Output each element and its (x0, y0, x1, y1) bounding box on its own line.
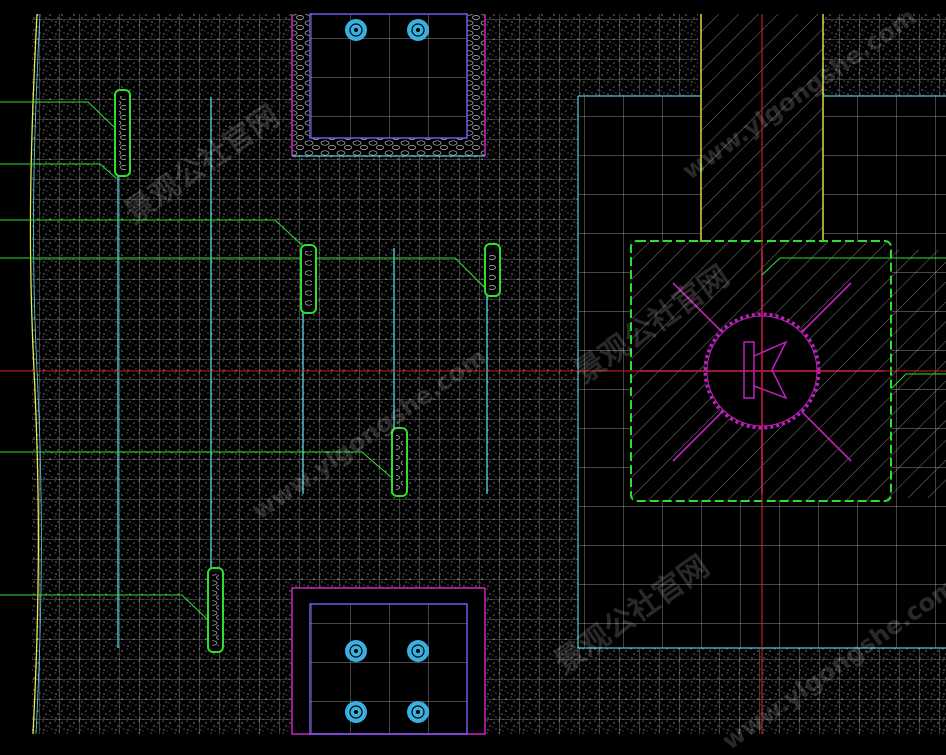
planter-box-top (291, 13, 486, 157)
spotlight-icon (407, 19, 429, 41)
spotlight-icon (407, 701, 429, 723)
planter-box-bottom (291, 587, 486, 735)
linear-light-fixture (300, 244, 317, 314)
spotlight-icon (345, 19, 367, 41)
spotlight-icon (345, 640, 367, 662)
spotlight-icon (345, 701, 367, 723)
spotlight-icon (407, 640, 429, 662)
linear-light-fixture (207, 567, 224, 653)
linear-light-fixture (114, 89, 131, 177)
linear-light-fixture (484, 243, 501, 297)
linear-light-fixture (391, 427, 408, 497)
cad-plan-drawing (0, 0, 946, 750)
